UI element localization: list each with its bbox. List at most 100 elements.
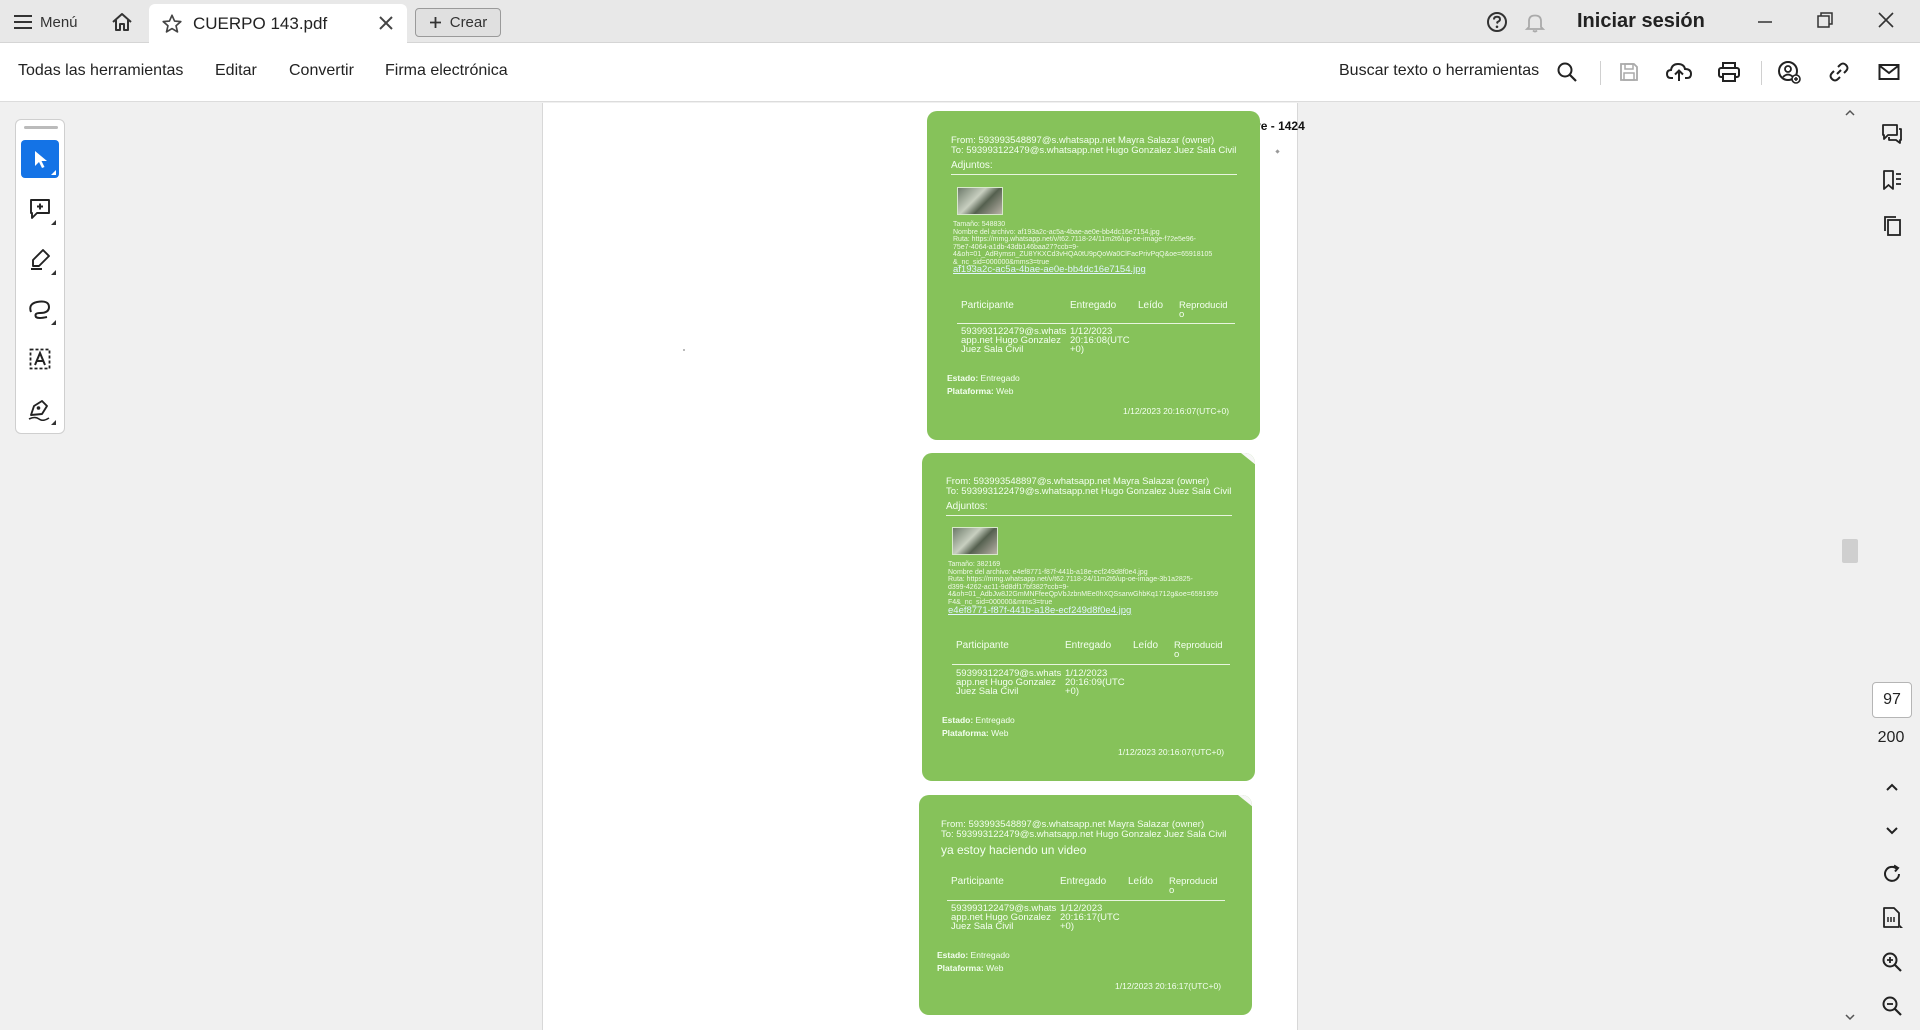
create-label: Crear — [449, 14, 488, 31]
previous-page-button[interactable] — [1877, 773, 1907, 803]
col-played: Reproducid o — [1179, 300, 1228, 320]
attachment-thumbnail[interactable] — [952, 527, 998, 555]
zoom-out-icon — [1882, 996, 1902, 1016]
quick-tools-panel — [15, 119, 65, 434]
scrollbar-thumb[interactable] — [1842, 539, 1858, 563]
print-button[interactable] — [1715, 58, 1743, 86]
toolbar-divider — [1761, 61, 1762, 85]
close-window-button[interactable] — [1877, 11, 1895, 29]
help-button[interactable] — [1486, 11, 1508, 33]
highlight-tool[interactable] — [21, 240, 59, 278]
right-rail: 97 200 — [1862, 103, 1920, 1030]
page-total: 200 — [1877, 729, 1905, 746]
platform-label: Plataforma: — [937, 963, 984, 973]
status-label: Estado: — [937, 950, 969, 960]
menu-label: Menú — [40, 13, 78, 31]
menu-button[interactable]: Menú — [14, 10, 78, 34]
zoom-in-icon — [1882, 952, 1902, 972]
page-thumbnails-button[interactable] — [1877, 211, 1907, 241]
attachment-thumbnail[interactable] — [957, 187, 1003, 215]
copy-link-button[interactable] — [1825, 58, 1853, 86]
chevron-up-icon — [1886, 783, 1898, 791]
notifications-button[interactable] — [1524, 11, 1546, 33]
platform-label: Plataforma: — [947, 386, 994, 396]
divider — [957, 323, 1235, 324]
delivered-cell: 1/12/2023 20:16:08(UTC +0) — [1070, 326, 1130, 355]
star-icon[interactable] — [161, 13, 183, 35]
draw-tool[interactable] — [21, 290, 59, 328]
scroll-down-icon[interactable] — [1844, 1011, 1856, 1023]
next-page-button[interactable] — [1877, 815, 1907, 845]
sign-tool[interactable] — [21, 390, 59, 428]
close-tab-icon[interactable] — [377, 14, 395, 32]
platform-label: Plataforma: — [942, 728, 989, 738]
message-to: To: 593993122479@s.whatsapp.net Hugo Gon… — [951, 145, 1237, 156]
home-button[interactable] — [108, 9, 136, 35]
select-tool[interactable] — [21, 140, 59, 178]
add-comment-tool[interactable] — [21, 190, 59, 228]
comments-icon — [1882, 124, 1902, 144]
sign-in-button[interactable]: Iniciar sesión — [1577, 10, 1705, 33]
message-body: ya estoy haciendo un video — [941, 843, 1087, 857]
panel-grip[interactable] — [24, 126, 58, 129]
email-button[interactable] — [1875, 58, 1903, 86]
platform-value: Web — [986, 963, 1004, 973]
restore-button[interactable] — [1816, 11, 1834, 29]
bookmarks-panel-button[interactable] — [1877, 165, 1907, 195]
close-icon — [1878, 12, 1894, 28]
search-tools-label[interactable]: Buscar texto o herramientas — [1339, 62, 1539, 80]
participant-cell: 593993122479@s.whats app.net Hugo Gonzal… — [961, 326, 1067, 355]
printer-icon — [1718, 62, 1740, 82]
hamburger-icon — [14, 15, 32, 29]
minimize-button[interactable] — [1756, 12, 1774, 30]
highlighter-icon — [31, 249, 50, 270]
rotate-button[interactable] — [1877, 859, 1907, 889]
mail-icon — [1878, 64, 1900, 80]
message-to: To: 593993122479@s.whatsapp.net Hugo Gon… — [941, 829, 1227, 840]
status-label: Estado: — [947, 373, 979, 383]
status-label: Estado: — [942, 715, 974, 725]
plus-icon — [429, 17, 441, 28]
participant-cell: 593993122479@s.whats app.net Hugo Gonzal… — [956, 668, 1062, 697]
menu-convert[interactable]: Convertir — [289, 62, 354, 80]
page-display-button[interactable] — [1877, 903, 1907, 933]
col-read: Leído — [1138, 300, 1164, 311]
tool-options-indicator — [51, 270, 56, 275]
cloud-upload-icon — [1666, 62, 1692, 81]
comments-panel-button[interactable] — [1877, 119, 1907, 149]
menu-e-signature[interactable]: Firma electrónica — [385, 62, 508, 80]
message-to: To: 593993122479@s.whatsapp.net Hugo Gon… — [946, 486, 1232, 497]
document-tab[interactable]: CUERPO 143.pdf — [149, 4, 407, 43]
create-button[interactable]: Crear — [415, 8, 501, 37]
tool-options-indicator — [51, 220, 56, 225]
share-button[interactable] — [1775, 58, 1803, 86]
vertical-scrollbar[interactable] — [1838, 103, 1862, 1030]
home-icon — [112, 13, 132, 31]
cursor-icon — [35, 151, 47, 168]
menu-edit[interactable]: Editar — [215, 62, 257, 80]
delivered-cell: 1/12/2023 20:16:17(UTC +0) — [1060, 903, 1120, 932]
delivered-cell: 1/12/2023 20:16:09(UTC +0) — [1065, 668, 1125, 697]
attachment-filename-link[interactable]: af193a2c-ac5a-4bae-ae0e-bb4dc16e7154.jpg — [953, 265, 1146, 275]
save-button[interactable] — [1615, 58, 1643, 86]
scroll-up-icon[interactable] — [1844, 107, 1856, 119]
copy-pages-icon — [1884, 216, 1901, 236]
toolbar-divider — [1600, 61, 1601, 85]
save-icon — [1620, 63, 1638, 81]
attachment-filename-link[interactable]: e4ef8771-f87f-441b-a18e-ecf249d8f0e4.jpg — [948, 606, 1131, 616]
zoom-out-button[interactable] — [1877, 991, 1907, 1021]
page-number-input[interactable]: 97 — [1872, 682, 1912, 718]
text-box-tool[interactable] — [21, 340, 59, 378]
chevron-down-icon — [1886, 827, 1898, 835]
upload-button[interactable] — [1665, 58, 1693, 86]
menu-all-tools[interactable]: Todas las herramientas — [18, 62, 183, 80]
search-button[interactable] — [1553, 58, 1581, 86]
message-card: From: 593993548897@s.whatsapp.net Mayra … — [927, 111, 1260, 440]
tool-options-indicator — [51, 170, 56, 175]
zoom-in-button[interactable] — [1877, 947, 1907, 977]
bookmark-list-icon — [1883, 170, 1901, 190]
minimize-icon — [1758, 21, 1772, 23]
col-read: Leído — [1133, 640, 1159, 651]
message-card: From: 593993548897@s.whatsapp.net Mayra … — [919, 795, 1252, 1015]
col-participant: Participante — [951, 876, 1004, 887]
